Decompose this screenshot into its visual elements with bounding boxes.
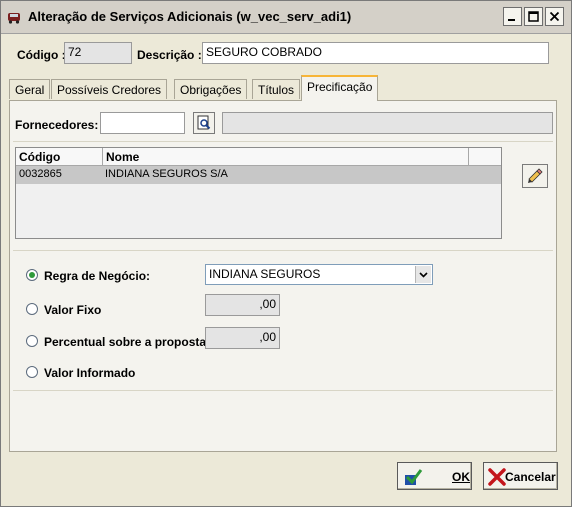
regra-negocio-select[interactable]: INDIANA SEGUROS	[205, 264, 433, 285]
table-cell-codigo: 0032865	[19, 168, 62, 180]
fornecedores-table[interactable]: Código Nome 0032865 INDIANA SEGUROS S/A	[15, 147, 502, 239]
column-header-codigo[interactable]: Código	[16, 148, 103, 166]
tab-obrigacoes[interactable]: Obrigações	[174, 79, 248, 99]
window-title: Alteração de Serviços Adicionais (w_vec_…	[28, 9, 352, 24]
descricao-label: Descrição :	[137, 48, 202, 62]
tab-possiveis-credores[interactable]: Possíveis Credores	[51, 79, 168, 99]
valor-fixo-radio[interactable]	[26, 303, 38, 315]
fornecedores-input[interactable]	[100, 112, 185, 134]
fornecedor-description-field	[222, 112, 553, 134]
minimize-button[interactable]	[503, 7, 522, 26]
ok-label-text: OK	[452, 470, 470, 484]
ok-button[interactable]: OK	[397, 462, 472, 490]
table-row[interactable]: 0032865 INDIANA SEGUROS S/A	[16, 166, 501, 184]
cancel-button[interactable]: Cancelar	[483, 462, 558, 490]
cancel-label: Cancelar	[505, 470, 556, 484]
valor-informado-radio[interactable]	[26, 366, 38, 378]
divider	[13, 250, 553, 251]
pencil-eraser-icon	[528, 168, 543, 183]
table-cell-nome: INDIANA SEGUROS S/A	[105, 168, 228, 180]
cancel-x-icon	[488, 468, 506, 486]
ok-label: OK	[452, 470, 470, 484]
maximize-icon	[528, 11, 539, 22]
tab-titulos[interactable]: Títulos	[252, 79, 301, 99]
car-icon	[8, 13, 20, 24]
codigo-label: Código :	[17, 48, 66, 62]
tab-precificacao[interactable]: Precificação	[301, 75, 379, 101]
column-header-nome[interactable]: Nome	[103, 148, 469, 166]
radio-selected-dot	[29, 272, 35, 278]
ok-check-icon	[405, 469, 423, 485]
divider	[13, 390, 553, 391]
percentual-radio[interactable]	[26, 335, 38, 347]
descricao-field[interactable]: SEGURO COBRADO	[202, 42, 549, 64]
title-bar[interactable]: Alteração de Serviços Adicionais (w_vec_…	[1, 1, 571, 34]
dialog-window: Alteração de Serviços Adicionais (w_vec_…	[0, 0, 572, 507]
fornecedores-label: Fornecedores:	[15, 118, 99, 132]
valor-informado-label: Valor Informado	[44, 366, 136, 380]
valor-fixo-field[interactable]: ,00	[205, 294, 280, 316]
chevron-down-icon	[419, 271, 428, 278]
dropdown-button[interactable]	[415, 266, 431, 283]
search-fornecedor-button[interactable]	[193, 112, 215, 134]
percentual-field[interactable]: ,00	[205, 327, 280, 349]
valor-fixo-label: Valor Fixo	[44, 303, 102, 317]
column-header-filler	[469, 148, 501, 166]
minimize-icon	[508, 19, 515, 21]
close-button[interactable]	[545, 7, 564, 26]
divider	[13, 141, 553, 142]
tab-geral[interactable]: Geral	[9, 79, 51, 99]
regra-negocio-value: INDIANA SEGUROS	[209, 267, 321, 281]
percentual-label: Percentual sobre a proposta	[44, 335, 207, 349]
regra-negocio-radio[interactable]	[26, 269, 38, 281]
close-icon	[549, 11, 560, 22]
edit-fornecedor-button[interactable]	[522, 164, 548, 188]
codigo-field[interactable]: 72	[64, 42, 132, 64]
maximize-button[interactable]	[524, 7, 543, 26]
regra-negocio-label: Regra de Negócio:	[44, 269, 151, 283]
search-icon	[197, 115, 211, 130]
